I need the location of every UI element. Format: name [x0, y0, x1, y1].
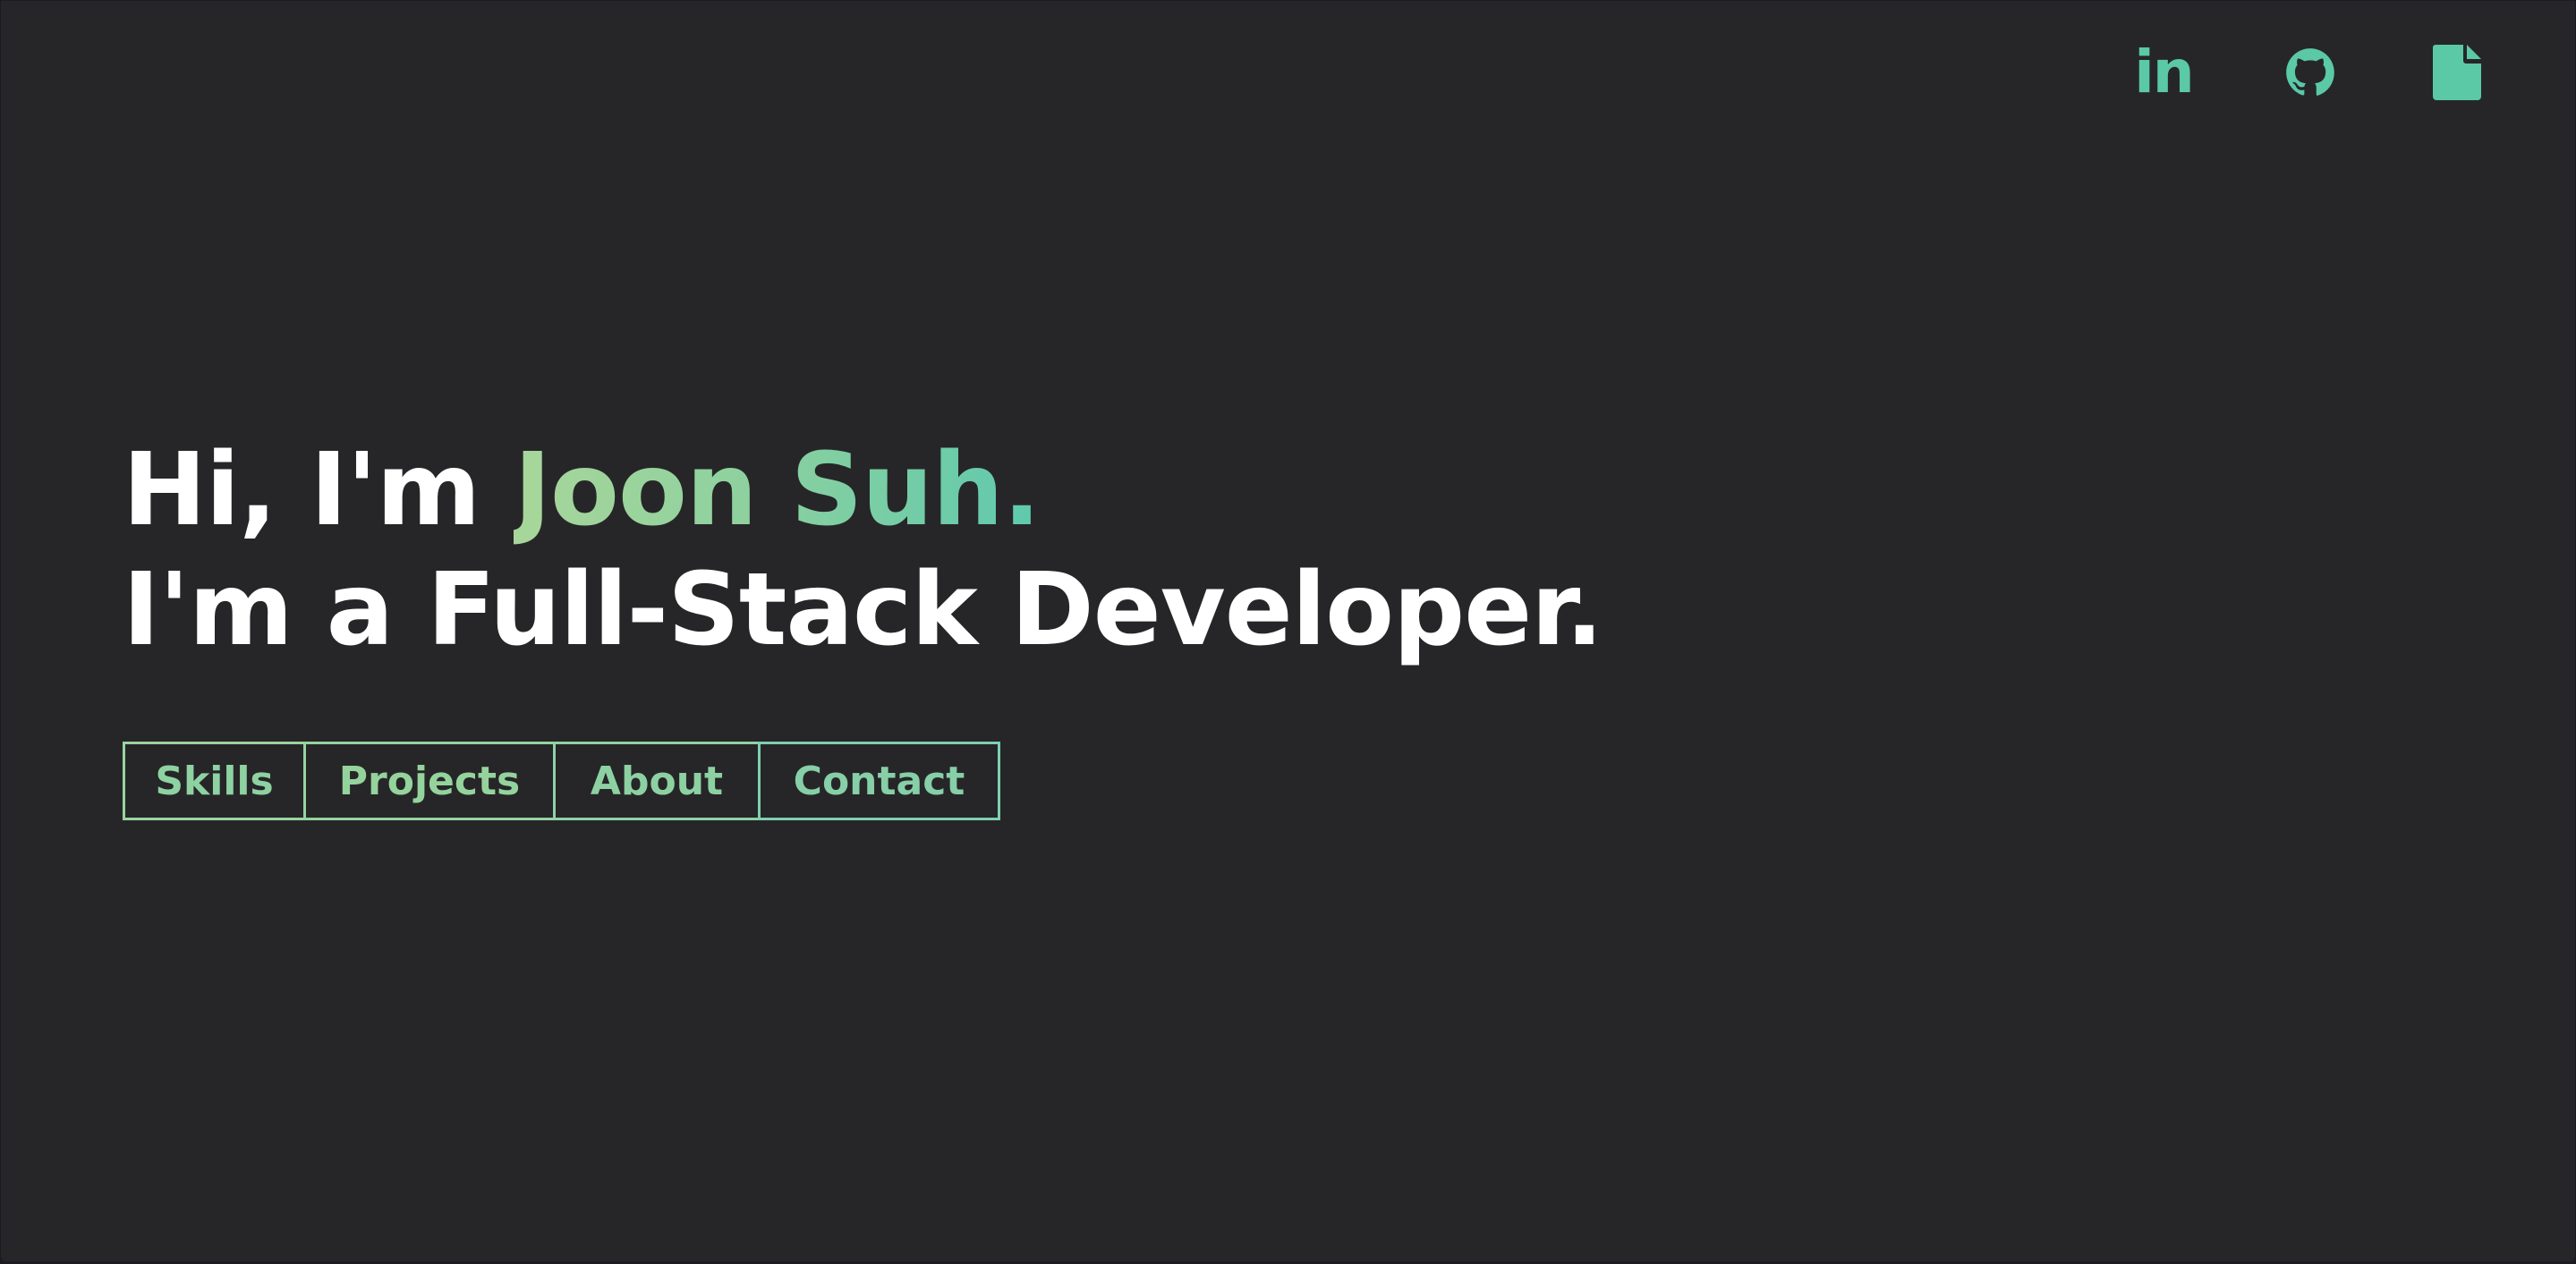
- linkedin-link[interactable]: in: [2090, 37, 2237, 108]
- about-button[interactable]: About: [553, 742, 761, 820]
- hero-section: Hi, I'm Joon Suh. I'm a Full-Stack Devel…: [123, 430, 1603, 820]
- social-links: in: [2090, 37, 2530, 108]
- headline-tagline: I'm a Full-Stack Developer.: [123, 552, 1603, 668]
- contact-button[interactable]: Contact: [758, 742, 1000, 820]
- headline-greeting: Hi, I'm Joon Suh.: [123, 430, 1603, 550]
- greeting-text: Hi, I'm: [123, 432, 514, 548]
- developer-name: Joon Suh.: [514, 432, 1041, 548]
- page: in Hi, I'm Joon Suh. I'm a Full-Stack De…: [1, 1, 2575, 1261]
- linkedin-icon: in: [2134, 38, 2195, 106]
- skills-button[interactable]: Skills: [123, 742, 306, 820]
- github-icon: [2285, 47, 2335, 98]
- resume-link[interactable]: [2384, 37, 2530, 108]
- resume-document-icon: [2433, 45, 2481, 100]
- projects-button[interactable]: Projects: [303, 742, 556, 820]
- github-link[interactable]: [2237, 37, 2384, 108]
- section-nav: Skills Projects About Contact: [123, 742, 1603, 820]
